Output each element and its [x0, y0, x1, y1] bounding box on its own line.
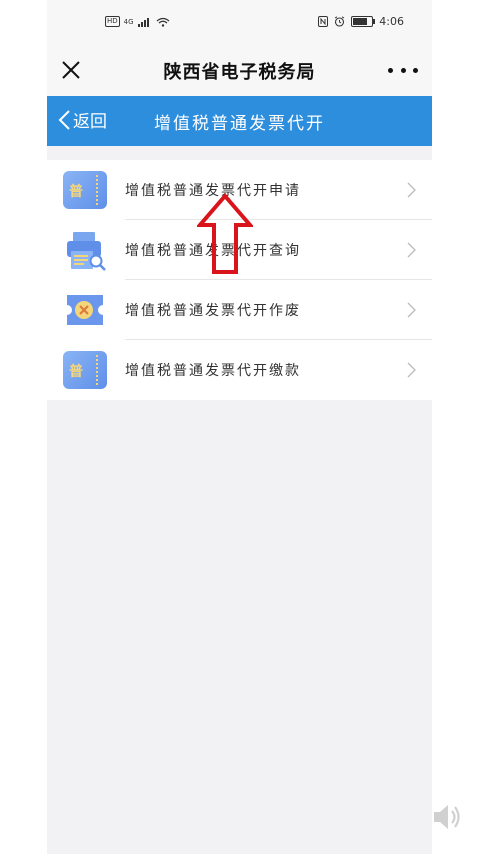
- nfc-icon: [318, 16, 329, 27]
- more-dot-icon: [388, 67, 393, 73]
- page-title: 增值税普通发票代开: [154, 114, 325, 134]
- page-nav-bar: 返回 增值税普通发票代开: [47, 96, 432, 146]
- menu-item-label: 增值税普通发票代开作废: [125, 303, 301, 319]
- app-title-bar: 陕西省电子税务局: [47, 44, 432, 96]
- chevron-right-icon: [407, 182, 416, 198]
- alarm-icon: [334, 16, 345, 27]
- signal-icon: [137, 17, 152, 27]
- status-time: 4:06: [379, 15, 404, 28]
- chevron-right-icon: [407, 362, 416, 378]
- chevron-right-icon: [407, 302, 416, 318]
- hd-badge: HD: [105, 16, 120, 27]
- ticket-glyph: 普: [69, 184, 83, 200]
- phone-screen: HD 4G 4:06 陕西省电子税务局 返回 增值税普通发票代开 普 增值税普通…: [47, 0, 432, 854]
- status-bar: HD 4G 4:06: [47, 0, 432, 44]
- app-title: 陕西省电子税务局: [163, 62, 316, 83]
- more-dot-icon: [413, 67, 418, 73]
- menu-item-payment[interactable]: 普 增值税普通发票代开缴款: [47, 340, 432, 400]
- payment-ticket-icon: 普: [63, 351, 107, 389]
- network-type: 4G: [123, 17, 134, 26]
- menu-item-label: 增值税普通发票代开缴款: [125, 363, 301, 379]
- red-arrow-annotation-icon: [197, 193, 253, 274]
- printer-search-icon: [63, 231, 107, 271]
- more-dot-icon: [400, 67, 406, 73]
- cancel-ticket-icon: [63, 291, 107, 329]
- menu-item-cancel[interactable]: 增值税普通发票代开作废: [47, 280, 432, 340]
- wifi-icon: [156, 17, 170, 27]
- status-left: HD 4G: [105, 16, 170, 27]
- battery-icon: [351, 16, 376, 27]
- invoice-ticket-icon: 普: [63, 171, 107, 209]
- status-right: 4:06: [318, 15, 404, 28]
- more-options-button[interactable]: [388, 58, 418, 82]
- ticket-glyph: 普: [69, 364, 83, 380]
- chevron-right-icon: [407, 242, 416, 258]
- speaker-icon[interactable]: [430, 800, 464, 834]
